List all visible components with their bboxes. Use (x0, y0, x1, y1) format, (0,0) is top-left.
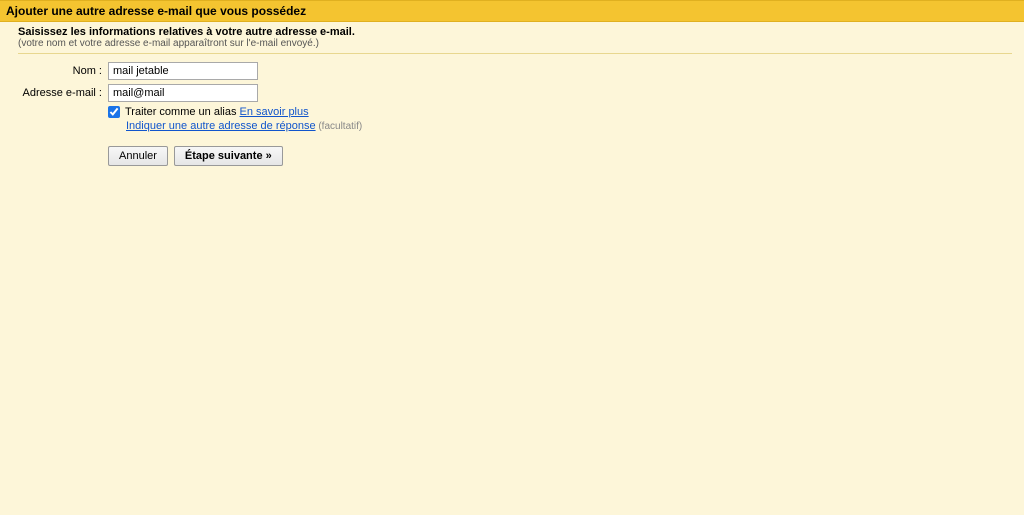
cancel-button[interactable]: Annuler (108, 146, 168, 166)
reply-address-row: Indiquer une autre adresse de réponse (f… (126, 120, 1012, 132)
dialog-title: Ajouter une autre adresse e-mail que vou… (6, 4, 306, 18)
dialog-header: Ajouter une autre adresse e-mail que vou… (0, 0, 1024, 22)
optional-label: (facultatif) (316, 121, 363, 132)
alias-label-text: Traiter comme un alias (125, 106, 240, 118)
button-row: Annuler Étape suivante » (108, 146, 1012, 166)
dialog-content: Saisissez les informations relatives à v… (0, 22, 1024, 178)
separator (18, 53, 1012, 54)
next-step-button[interactable]: Étape suivante » (174, 146, 283, 166)
email-row: Adresse e-mail : (18, 84, 1012, 102)
instruction-main: Saisissez les informations relatives à v… (18, 26, 1012, 38)
email-input[interactable] (108, 84, 258, 102)
alias-checkbox-label: Traiter comme un alias En savoir plus (125, 106, 309, 118)
alias-row: Traiter comme un alias En savoir plus (108, 106, 1012, 118)
name-label: Nom : (18, 65, 108, 77)
name-row: Nom : (18, 62, 1012, 80)
instruction-sub: (votre nom et votre adresse e-mail appar… (18, 38, 1012, 49)
name-input[interactable] (108, 62, 258, 80)
alias-learn-more-link[interactable]: En savoir plus (240, 106, 309, 118)
alias-checkbox[interactable] (108, 106, 120, 118)
reply-address-link[interactable]: Indiquer une autre adresse de réponse (126, 120, 316, 132)
email-label: Adresse e-mail : (18, 87, 108, 99)
